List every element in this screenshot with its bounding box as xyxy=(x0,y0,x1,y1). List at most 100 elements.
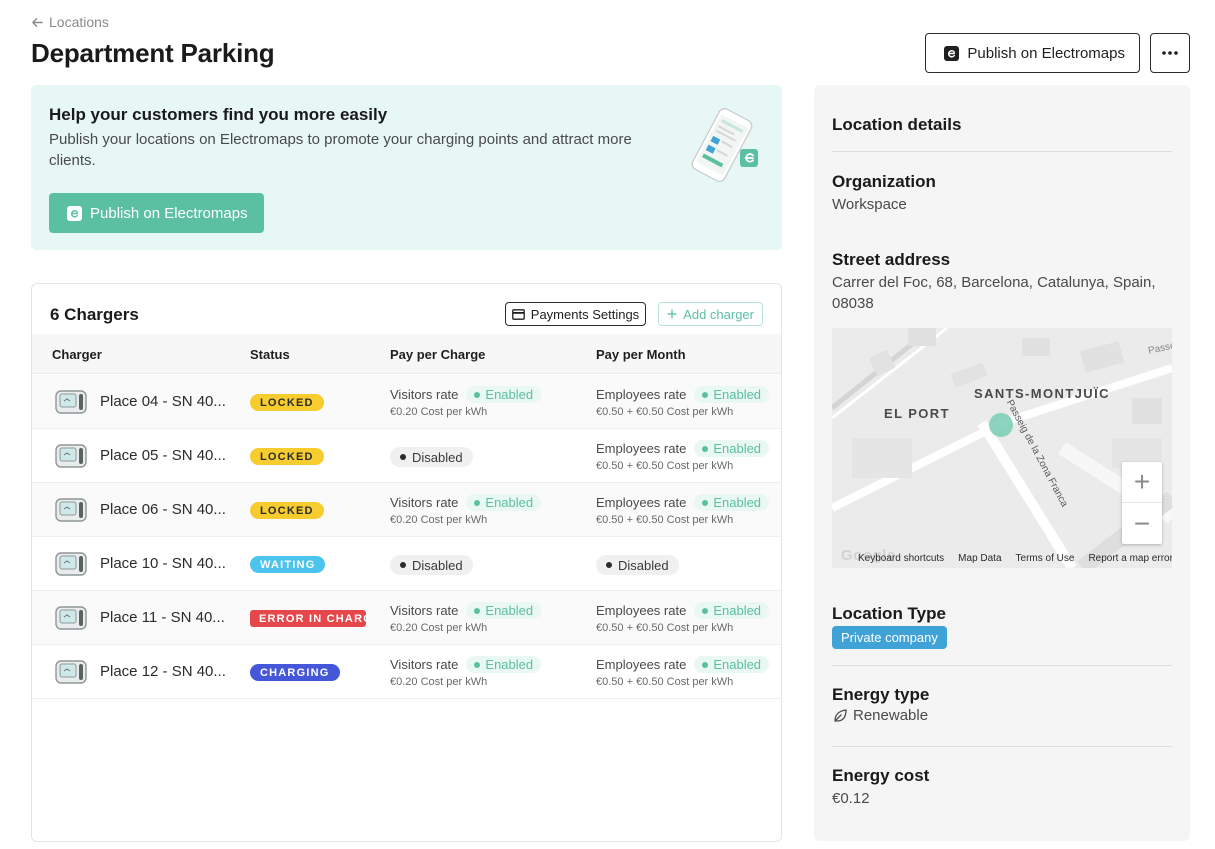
map-district-label: SANTS-MONTJUÏC xyxy=(974,386,1110,401)
charger-name[interactable]: Place 06 - SN 40... xyxy=(100,501,230,518)
charger-name[interactable]: Place 05 - SN 40... xyxy=(100,447,230,464)
location-type-label: Location Type xyxy=(832,604,946,623)
credit-card-icon xyxy=(511,308,525,320)
rate-cost: €0.50 + €0.50 Cost per kWh xyxy=(596,514,734,526)
publish-button-label: Publish on Electromaps xyxy=(967,44,1125,62)
electromaps-logo-icon xyxy=(67,205,82,221)
table-row[interactable]: Place 11 - SN 40... ERROR IN CHARG Visitor… xyxy=(32,591,781,645)
enabled-pill: Enabled xyxy=(694,602,770,619)
street-address-value: Carrer del Foc, 68, Barcelona, Catalunya… xyxy=(832,274,1156,312)
zoom-in-button[interactable]: + xyxy=(1122,462,1162,503)
status-badge: CHARGING xyxy=(250,664,340,681)
report-map-error-link[interactable]: Report a map error xyxy=(1088,553,1172,564)
rate-cost: €0.50 + €0.50 Cost per kWh xyxy=(596,676,734,688)
payments-settings-button[interactable]: Payments Settings xyxy=(504,302,647,326)
arrow-left-icon xyxy=(32,17,43,27)
status-badge: WAITING xyxy=(250,556,326,573)
divider xyxy=(832,151,1172,152)
rate-cost: €0.20 Cost per kWh xyxy=(390,406,488,418)
page-title: Department Parking xyxy=(31,38,275,68)
map-district-label: EL PORT xyxy=(884,406,950,421)
energy-type-value: Renewable xyxy=(853,707,929,724)
pay-per-charge-cell: Visitors rate Enabled €0.20 Cost per kWh xyxy=(390,602,542,634)
details-title: Location details xyxy=(832,115,962,134)
charger-name[interactable]: Place 11 - SN 40... xyxy=(100,609,230,626)
table-row[interactable]: Place 05 - SN 40... LOCKED Disabled Employe… xyxy=(32,429,781,483)
energy-type-label: Energy type xyxy=(832,685,930,704)
table-row[interactable]: Place 10 - SN 40... WAITING Disabled Disabl… xyxy=(32,537,781,591)
disabled-pill: Disabled xyxy=(390,555,473,575)
column-header-status: Status xyxy=(250,347,290,362)
status-badge: ERROR IN CHARG xyxy=(250,610,366,627)
rate-name: Visitors rate xyxy=(390,657,459,672)
status-badge: LOCKED xyxy=(250,394,324,411)
phone-illustration-icon xyxy=(691,108,758,182)
pay-per-charge-cell: Visitors rate Enabled €0.20 Cost per kWh xyxy=(390,656,542,688)
charger-station-icon xyxy=(55,606,87,630)
table-row[interactable]: Place 12 - SN 40... CHARGING Visitors rate… xyxy=(32,645,781,699)
rate-cost: €0.20 Cost per kWh xyxy=(390,622,488,634)
charger-name[interactable]: Place 12 - SN 40... xyxy=(100,663,230,680)
enabled-pill: Enabled xyxy=(694,656,770,673)
table-row[interactable]: Place 06 - SN 40... LOCKED Visitors rate En… xyxy=(32,483,781,537)
column-header-pay-per-month: Pay per Month xyxy=(596,347,686,362)
chargers-count-title: 6 Chargers xyxy=(50,305,139,324)
chargers-card: 6 Chargers Payments Settings Add charger… xyxy=(31,283,782,842)
divider xyxy=(832,746,1172,747)
chargers-table-body: Place 04 - SN 40... LOCKED Visitors rate En… xyxy=(32,375,781,699)
chargers-table-header: Charger Status Pay per Charge Pay per Mo… xyxy=(32,334,781,374)
location-type-badge: Private company xyxy=(832,626,947,649)
more-options-button[interactable] xyxy=(1150,33,1190,73)
back-to-locations-link[interactable]: Locations xyxy=(31,14,109,30)
enabled-pill: Enabled xyxy=(466,494,542,511)
pay-per-month-cell: Employees rate Enabled €0.50 + €0.50 Cost … xyxy=(596,386,770,418)
rate-name: Visitors rate xyxy=(390,603,459,618)
promo-button-label: Publish on Electromaps xyxy=(90,204,248,222)
pay-per-charge-cell: Visitors rate Enabled €0.20 Cost per kWh xyxy=(390,494,542,526)
organization-value: Workspace xyxy=(832,196,907,213)
add-charger-button[interactable]: Add charger xyxy=(658,302,763,326)
back-link-label: Locations xyxy=(49,14,109,30)
charger-name[interactable]: Place 10 - SN 40... xyxy=(100,555,230,572)
enabled-pill: Enabled xyxy=(466,602,542,619)
more-dots-icon xyxy=(1162,51,1178,55)
rate-cost: €0.20 Cost per kWh xyxy=(390,676,488,688)
rate-name: Visitors rate xyxy=(390,495,459,510)
rate-cost: €0.50 + €0.50 Cost per kWh xyxy=(596,406,734,418)
organization-label: Organization xyxy=(832,172,936,191)
zoom-out-button[interactable]: − xyxy=(1122,503,1162,544)
map-roads-graphic xyxy=(832,328,1172,568)
divider xyxy=(832,665,1172,666)
table-row[interactable]: Place 04 - SN 40... LOCKED Visitors rate En… xyxy=(32,375,781,429)
pay-per-month-cell: Employees rate Enabled €0.50 + €0.50 Cost … xyxy=(596,494,770,526)
publish-electromaps-button[interactable]: Publish on Electromaps xyxy=(925,33,1140,73)
rate-name: Employees rate xyxy=(596,495,687,510)
enabled-pill: Enabled xyxy=(694,386,770,403)
promo-publish-button[interactable]: Publish on Electromaps xyxy=(49,193,264,233)
street-address-label: Street address xyxy=(832,250,951,269)
rate-name: Employees rate xyxy=(596,441,687,456)
rate-name: Employees rate xyxy=(596,657,687,672)
electromaps-logo-icon xyxy=(944,45,960,61)
column-header-pay-per-charge: Pay per Charge xyxy=(390,347,486,362)
map-data-link[interactable]: Map Data xyxy=(958,553,1001,564)
charger-station-icon xyxy=(55,498,87,522)
leaf-icon xyxy=(834,708,847,722)
charger-station-icon xyxy=(55,444,87,468)
location-details-panel: Location details Organization Workspace … xyxy=(814,85,1190,841)
disabled-pill: Disabled xyxy=(596,555,679,575)
charger-name[interactable]: Place 04 - SN 40... xyxy=(100,393,230,410)
keyboard-shortcuts-link[interactable]: Keyboard shortcuts xyxy=(858,553,944,564)
rate-name: Employees rate xyxy=(596,603,687,618)
payments-settings-label: Payments Settings xyxy=(530,306,640,322)
status-badge: LOCKED xyxy=(250,502,324,519)
energy-cost-label: Energy cost xyxy=(832,766,930,785)
publish-promo-banner: Help your customers find you more easily… xyxy=(31,85,782,250)
terms-of-use-link[interactable]: Terms of Use xyxy=(1016,553,1075,564)
chargers-actions: Payments Settings Add charger xyxy=(504,302,763,326)
location-map[interactable]: SANTS-MONTJUÏC EL PORT Passeig de la Zon… xyxy=(832,328,1172,568)
plus-icon xyxy=(667,309,677,319)
promo-text: Publish your locations on Electromaps to… xyxy=(49,131,632,169)
charger-station-icon xyxy=(55,390,87,414)
enabled-pill: Enabled xyxy=(694,440,770,457)
